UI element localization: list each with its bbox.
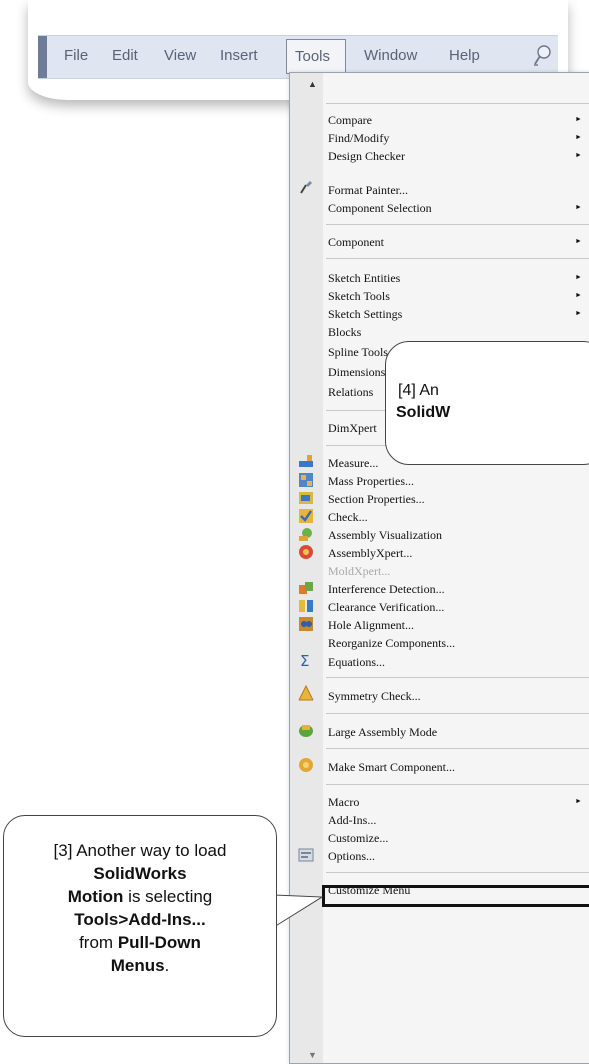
menu-separator — [326, 677, 589, 678]
menu-insert[interactable]: Insert — [220, 47, 258, 64]
menu-item-make-smart-component[interactable]: Make Smart Component... — [328, 758, 589, 776]
menu-separator — [326, 258, 589, 259]
submenu-arrow-icon: ► — [575, 204, 582, 211]
menu-separator — [326, 748, 589, 749]
menu-item-equations[interactable]: Equations... — [328, 653, 589, 671]
check-icon — [299, 509, 313, 523]
submenu-arrow-icon: ► — [575, 116, 582, 123]
menu-item-hole-alignment[interactable]: Hole Alignment... — [328, 616, 589, 634]
menu-window[interactable]: Window — [364, 47, 417, 64]
menu-help[interactable]: Help — [449, 47, 480, 64]
callout-3-text-part: from — [79, 933, 118, 952]
callout-4-line1: [4] An — [398, 382, 439, 399]
callout-3-text: [3] Another way to load SolidWorks Motio… — [4, 839, 276, 977]
menu-item-symmetry-check[interactable]: Symmetry Check... — [328, 687, 589, 705]
callout-3-text-bold: SolidWorks — [93, 864, 187, 883]
menu-item-clearance-verification[interactable]: Clearance Verification... — [328, 598, 589, 616]
menu-item-component-selection[interactable]: Component Selection — [328, 199, 589, 217]
menubar-accent — [38, 36, 47, 78]
clearance-verification-icon — [299, 600, 313, 612]
submenu-arrow-icon: ► — [575, 292, 582, 299]
callout-3-pointer — [273, 894, 324, 928]
menu-item-customize[interactable]: Customize... — [328, 829, 589, 847]
menu-item-macro[interactable]: Macro — [328, 793, 589, 811]
menu-item-mass-properties[interactable]: Mass Properties... — [328, 472, 589, 490]
submenu-arrow-icon: ► — [575, 134, 582, 141]
menu-item-section-properties[interactable]: Section Properties... — [328, 490, 589, 508]
add-ins-highlight — [322, 885, 589, 907]
submenu-arrow-icon: ► — [575, 238, 582, 245]
submenu-arrow-icon: ► — [575, 310, 582, 317]
menu-item-design-checker[interactable]: Design Checker — [328, 147, 589, 165]
scroll-down-arrow-icon[interactable]: ▼ — [308, 1050, 317, 1060]
callout-3-text-part: [3] Another way to load — [53, 841, 227, 860]
menu-tools[interactable]: Tools — [286, 39, 346, 74]
hole-alignment-icon — [299, 617, 313, 631]
menu-file[interactable]: File — [64, 47, 88, 64]
menu-item-sketch-tools[interactable]: Sketch Tools — [328, 287, 589, 305]
menu-item-moldxpert: MoldXpert... — [328, 564, 391, 578]
menu-separator — [326, 872, 589, 873]
menu-separator — [326, 784, 589, 785]
tools-dropdown-menu: ▲ Compare ► Find/Modify ► Design Checker… — [289, 72, 589, 1064]
callout-3: [3] Another way to load SolidWorks Motio… — [3, 815, 277, 1037]
menu-item-sketch-entities[interactable]: Sketch Entities — [328, 269, 589, 287]
options-icon — [298, 848, 314, 862]
menu-item-format-painter[interactable]: Format Painter... — [328, 181, 589, 199]
large-assembly-mode-icon — [299, 725, 313, 737]
menu-item-blocks[interactable]: Blocks — [328, 323, 589, 341]
callout-3-text-bold: Tools>Add-Ins... — [74, 910, 206, 929]
make-smart-component-icon — [299, 758, 313, 772]
symmetry-check-icon — [298, 685, 314, 701]
assemblyxpert-icon — [299, 545, 313, 559]
submenu-arrow-icon: ► — [575, 274, 582, 281]
callout-3-text-part: is selecting — [123, 887, 213, 906]
measure-icon — [299, 455, 313, 467]
callout-4-line2: SolidW — [396, 404, 451, 421]
menu-item-interference-detection[interactable]: Interference Detection... — [328, 580, 589, 598]
menu-item-compare[interactable]: Compare — [328, 111, 589, 129]
menu-item-assemblyxpert[interactable]: AssemblyXpert... — [328, 544, 589, 562]
menu-item-assembly-visualization[interactable]: Assembly Visualization — [328, 526, 589, 544]
menu-separator — [326, 103, 589, 104]
assembly-visualization-icon — [299, 528, 312, 541]
submenu-arrow-icon: ► — [575, 152, 582, 159]
section-properties-icon — [299, 492, 313, 504]
equations-icon: Σ — [300, 652, 309, 668]
menu-item-component[interactable]: Component — [328, 233, 589, 251]
menu-tools-label: Tools — [295, 48, 331, 65]
menu-item-large-assembly-mode[interactable]: Large Assembly Mode — [328, 723, 589, 741]
menu-item-reorganize-components[interactable]: Reorganize Components... — [328, 634, 589, 652]
callout-3-text-part: . — [164, 956, 170, 975]
interference-detection-icon — [299, 582, 313, 594]
callout-3-text-bold: Pull-Down — [117, 933, 201, 952]
callout-3-text-bold: Motion — [67, 887, 124, 906]
menu-item-find-modify[interactable]: Find/Modify — [328, 129, 589, 147]
menu-separator — [326, 224, 589, 225]
callout-4: [4] An SolidW — [385, 341, 589, 465]
submenu-arrow-icon: ► — [575, 798, 582, 805]
pin-icon[interactable] — [532, 44, 552, 68]
menu-item-sketch-settings[interactable]: Sketch Settings — [328, 305, 589, 323]
menu-item-options[interactable]: Options... — [328, 847, 589, 865]
menu-view[interactable]: View — [164, 47, 196, 64]
format-painter-icon — [300, 181, 312, 194]
menu-separator — [326, 713, 589, 714]
mass-properties-icon — [299, 473, 313, 487]
callout-3-text-bold: Menus — [110, 956, 165, 975]
menu-item-add-ins[interactable]: Add-Ins... — [328, 811, 589, 829]
menu-item-check[interactable]: Check... — [328, 508, 589, 526]
menu-edit[interactable]: Edit — [112, 47, 138, 64]
scroll-up-arrow-icon[interactable]: ▲ — [308, 79, 317, 89]
svg-text:Σ: Σ — [300, 652, 309, 668]
